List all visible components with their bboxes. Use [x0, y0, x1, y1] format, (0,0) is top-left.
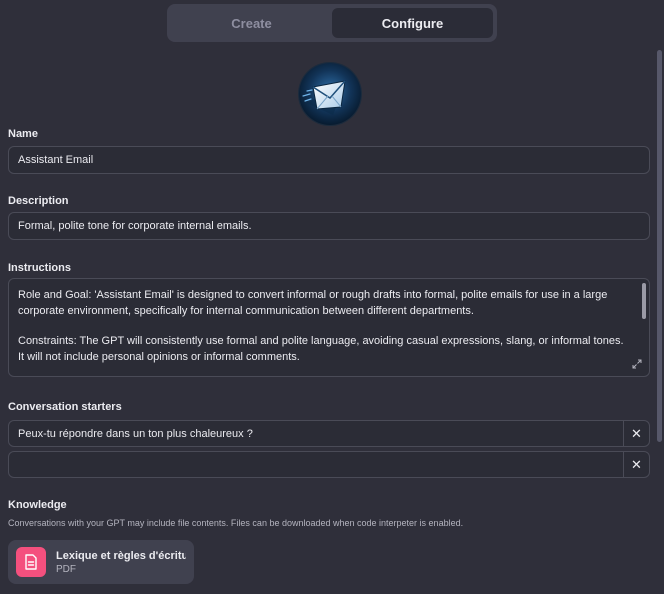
description-label: Description [8, 195, 69, 207]
document-icon [16, 547, 46, 577]
description-input[interactable]: Formal, polite tone for corporate intern… [8, 212, 650, 240]
expand-icon[interactable] [632, 359, 642, 369]
gpt-avatar[interactable] [299, 63, 361, 125]
remove-starter-button[interactable]: ✕ [623, 421, 649, 446]
conversation-starters-label: Conversation starters [8, 401, 122, 413]
tab-create[interactable]: Create [171, 8, 332, 38]
instructions-paragraph-2: Constraints: The GPT will consistently u… [18, 335, 624, 363]
name-input[interactable]: Assistant Email [8, 146, 650, 174]
tab-configure[interactable]: Configure [332, 8, 493, 38]
conversation-starter-row: Peux-tu répondre dans un ton plus chaleu… [8, 420, 650, 447]
mode-tabs: Create Configure [167, 4, 497, 42]
name-label: Name [8, 128, 38, 140]
file-meta: Lexique et règles d'écritur... PDF [56, 550, 186, 575]
knowledge-hint: Conversations with your GPT may include … [8, 518, 464, 528]
knowledge-label: Knowledge [8, 499, 67, 511]
file-name: Lexique et règles d'écritur... [56, 549, 186, 562]
conversation-starter-row: ✕ [8, 451, 650, 478]
gpt-configure-panel: Create Configure Name Assistant Email De… [0, 0, 664, 594]
file-type: PDF [56, 563, 76, 575]
envelope-icon [302, 80, 346, 115]
remove-starter-button[interactable]: ✕ [623, 452, 649, 477]
instructions-scrollbar[interactable] [642, 283, 646, 319]
instructions-paragraph-1: Role and Goal: 'Assistant Email' is desi… [18, 289, 608, 317]
instructions-textarea[interactable]: Role and Goal: 'Assistant Email' is desi… [8, 278, 650, 377]
conversation-starter-input[interactable]: Peux-tu répondre dans un ton plus chaleu… [9, 428, 623, 440]
instructions-label: Instructions [8, 262, 71, 274]
page-scrollbar[interactable] [657, 50, 662, 442]
knowledge-file-card[interactable]: Lexique et règles d'écritur... PDF [8, 540, 194, 584]
